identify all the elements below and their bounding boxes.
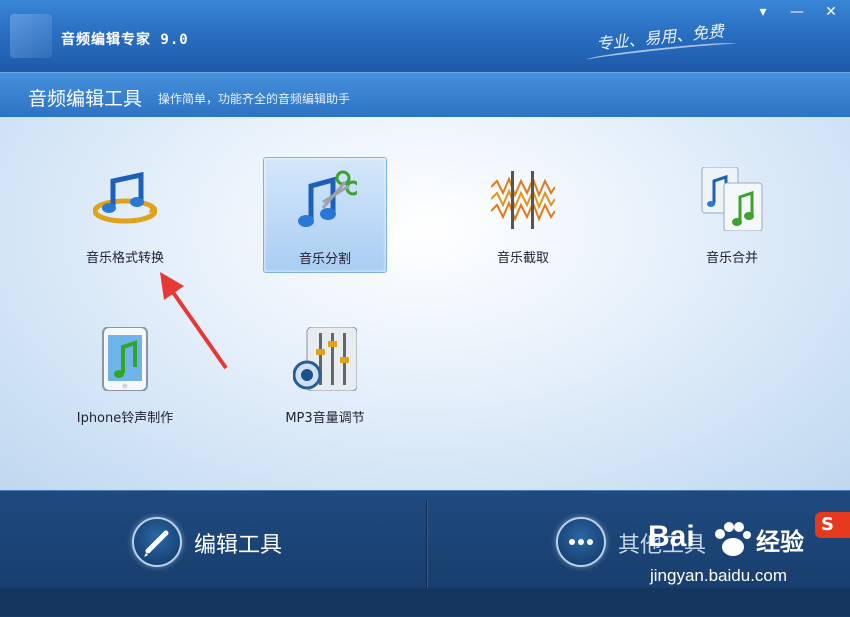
music-files-merge-icon <box>701 167 763 231</box>
section-title: 音频编辑工具 <box>28 88 143 110</box>
tool-music-cut[interactable]: 音乐截取 <box>462 157 584 271</box>
title-bar: 音频编辑专家 9.0 专业、易用、免费 ▾ — ✕ <box>0 0 850 72</box>
bottom-divider <box>426 499 427 589</box>
baidu-watermark: Bai 经验 jingyan.baidu.com <box>640 520 845 610</box>
tool-label: 音乐截取 <box>496 251 549 266</box>
minimize-button[interactable]: — <box>784 2 810 22</box>
tool-music-split[interactable]: 音乐分割 <box>263 157 387 273</box>
annotation-arrow <box>160 272 228 370</box>
paw-icon <box>715 522 751 556</box>
pencil-icon <box>132 517 182 567</box>
tool-label: 音乐分割 <box>298 252 351 267</box>
waveform-cut-icon <box>491 171 555 229</box>
watermark-suffix: 经验 <box>756 529 804 556</box>
tool-label: 音乐合并 <box>705 251 758 266</box>
tool-label: MP3音量调节 <box>285 411 365 426</box>
music-convert-icon <box>93 171 157 224</box>
app-title: 音频编辑专家 9.0 <box>61 32 189 48</box>
menu-dropdown-button[interactable]: ▾ <box>750 2 776 22</box>
tool-label: 音乐格式转换 <box>85 251 164 266</box>
tools-panel: 音乐格式转换 音乐分割 音乐截取 音乐合并 Iphone铃声制作 MP3音量调节 <box>0 117 850 490</box>
watermark-brand: Bai <box>648 520 695 553</box>
tool-music-format-convert[interactable]: 音乐格式转换 <box>64 157 186 271</box>
app-logo <box>10 14 52 58</box>
tool-label: Iphone铃声制作 <box>76 411 174 426</box>
more-dots-icon <box>556 517 606 567</box>
watermark-url: jingyan.baidu.com <box>650 566 788 585</box>
section-subtitle: 操作简单，功能齐全的音频编辑助手 <box>158 92 351 106</box>
volume-mixer-icon <box>293 327 357 391</box>
iphone-music-icon <box>102 327 148 391</box>
edit-tools-label: 编辑工具 <box>194 533 283 558</box>
tool-mp3-volume[interactable]: MP3音量调节 <box>264 317 386 431</box>
music-scissors-icon <box>298 170 357 227</box>
tool-music-merge[interactable]: 音乐合并 <box>671 157 793 271</box>
section-header: 音频编辑工具 操作简单，功能齐全的音频编辑助手 <box>0 72 850 118</box>
close-button[interactable]: ✕ <box>818 2 844 22</box>
